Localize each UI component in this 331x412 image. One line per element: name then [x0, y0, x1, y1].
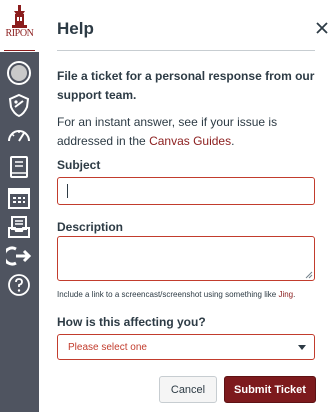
description-textarea[interactable] [57, 236, 315, 281]
tray-title: Help [57, 19, 94, 38]
cancel-button[interactable]: Cancel [159, 376, 217, 403]
logout-arrow-icon [6, 246, 32, 266]
courses-book-icon [10, 156, 28, 178]
close-icon[interactable] [315, 21, 329, 35]
subject-input[interactable] [57, 177, 315, 205]
impact-select[interactable]: Please select one [57, 334, 315, 360]
impact-label: How is this affecting you? [57, 315, 206, 329]
nav-calendar[interactable] [6, 185, 32, 211]
description-label: Description [57, 220, 124, 234]
nav-help[interactable] [6, 272, 32, 298]
college-logo-wordmark: RIPON [5, 28, 34, 39]
screencast-note-suffix: . [293, 290, 296, 299]
resize-grip-icon[interactable] [305, 271, 313, 279]
college-logo[interactable]: RIPON [0, 0, 39, 52]
guides-hint: For an instant answer, see if your issue… [57, 113, 319, 151]
tray-divider [57, 50, 315, 51]
nav-dashboard[interactable] [6, 123, 32, 149]
submit-ticket-button[interactable]: Submit Ticket [224, 376, 316, 403]
intro-text: File a ticket for a personal response fr… [57, 69, 315, 102]
nav-inbox[interactable] [6, 214, 32, 240]
screencast-note-text: Include a link to a screencast/screensho… [57, 290, 279, 299]
help-tray: Help File a ticket for a personal respon… [39, 0, 331, 412]
global-nav: RIPON [0, 0, 39, 412]
nav-admin[interactable] [6, 92, 32, 118]
screencast-note: Include a link to a screencast/screensho… [57, 290, 327, 299]
chevron-down-icon [298, 345, 306, 350]
dashboard-gauge-icon [8, 130, 30, 142]
guides-hint-suffix: . [231, 134, 235, 148]
text-cursor [67, 184, 68, 198]
help-question-icon [8, 274, 30, 296]
jing-link[interactable]: Jing [278, 290, 293, 299]
nav-account[interactable] [6, 60, 32, 86]
canvas-guides-link[interactable]: Canvas Guides [149, 134, 231, 148]
account-avatar-icon [7, 61, 31, 85]
college-logo-subtitle [4, 40, 35, 51]
subject-label: Subject [57, 158, 101, 172]
calendar-icon [8, 188, 30, 209]
impact-select-value: Please select one [68, 342, 147, 353]
nav-logout[interactable] [6, 243, 32, 269]
inbox-icon [8, 216, 30, 238]
nav-courses[interactable] [6, 154, 32, 180]
admin-shield-icon [8, 93, 30, 118]
college-crest-icon [12, 5, 27, 28]
